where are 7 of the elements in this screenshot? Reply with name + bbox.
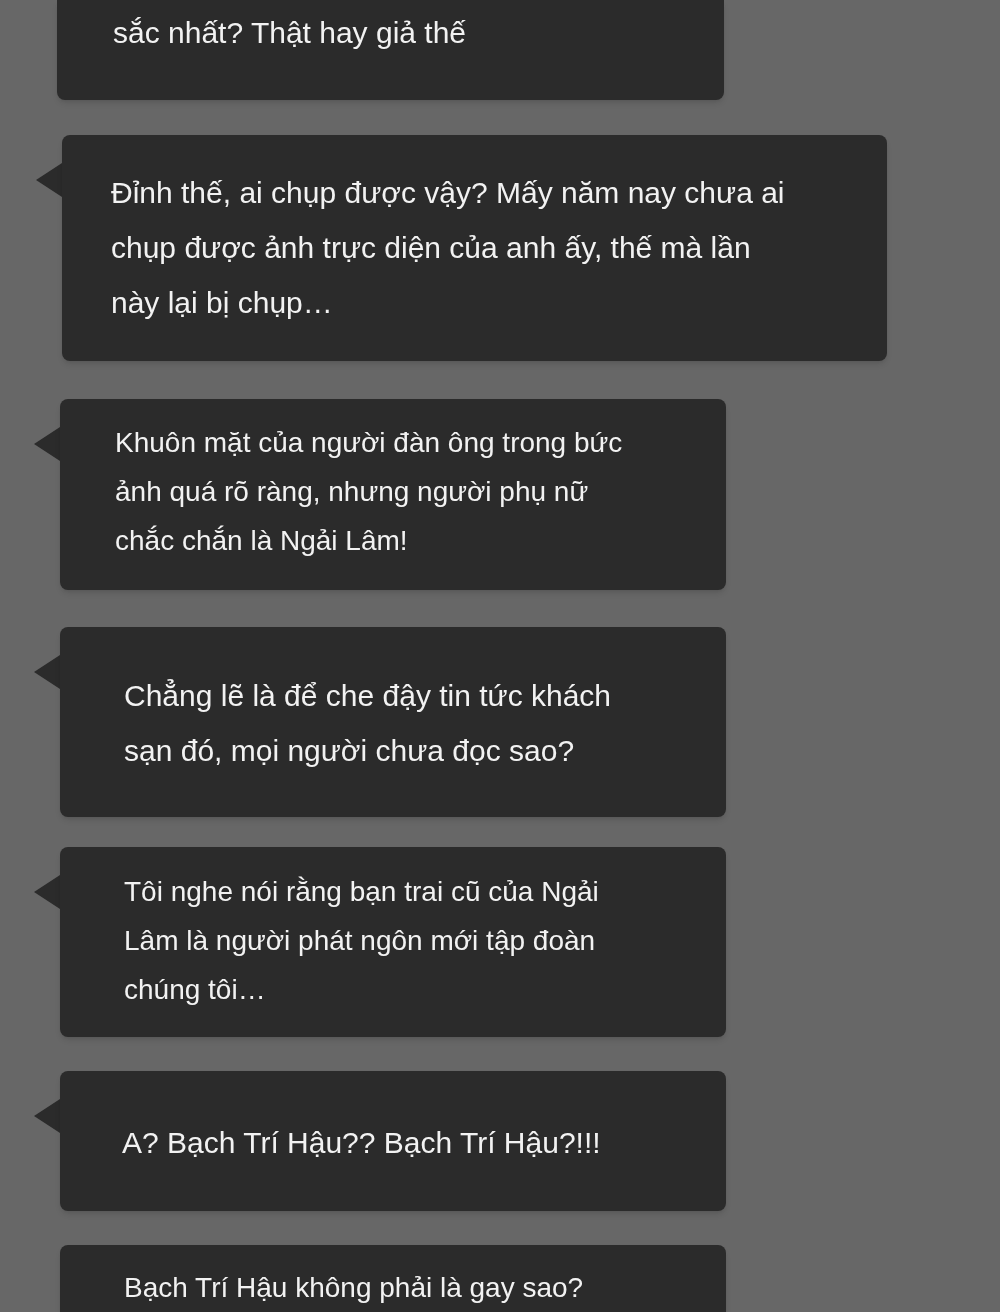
message-text: A? Bạch Trí Hậu?? Bạch Trí Hậu?!!! bbox=[122, 1125, 602, 1161]
message-text: Tôi nghe nói rằng bạn trai cũ của Ngải Lâm là người phát ngôn mới tập đoàn chúng tôi… bbox=[124, 875, 600, 1007]
message-text: Bạch Trí Hậu không phải là gay sao? bbox=[124, 1271, 585, 1305]
message-text: Chẳng lẽ là để che đậy tin tức khách sạn đó, mọi người chưa đọc sao? bbox=[124, 678, 613, 769]
message-text: Đỉnh thế, ai chụp được vậy? Mấy năm nay chưa ai chụp được ảnh trực diện của anh ấy, thế mà lần này lại bị chụp… bbox=[111, 175, 786, 321]
message-text: Khuôn mặt của người đàn ông trong bức ảnh quá rõ ràng, nhưng người phụ nữ chắc chắn là Ngải Lâm! bbox=[115, 426, 624, 558]
message-text: sắc nhất? Thật hay giả thế bbox=[113, 15, 468, 51]
